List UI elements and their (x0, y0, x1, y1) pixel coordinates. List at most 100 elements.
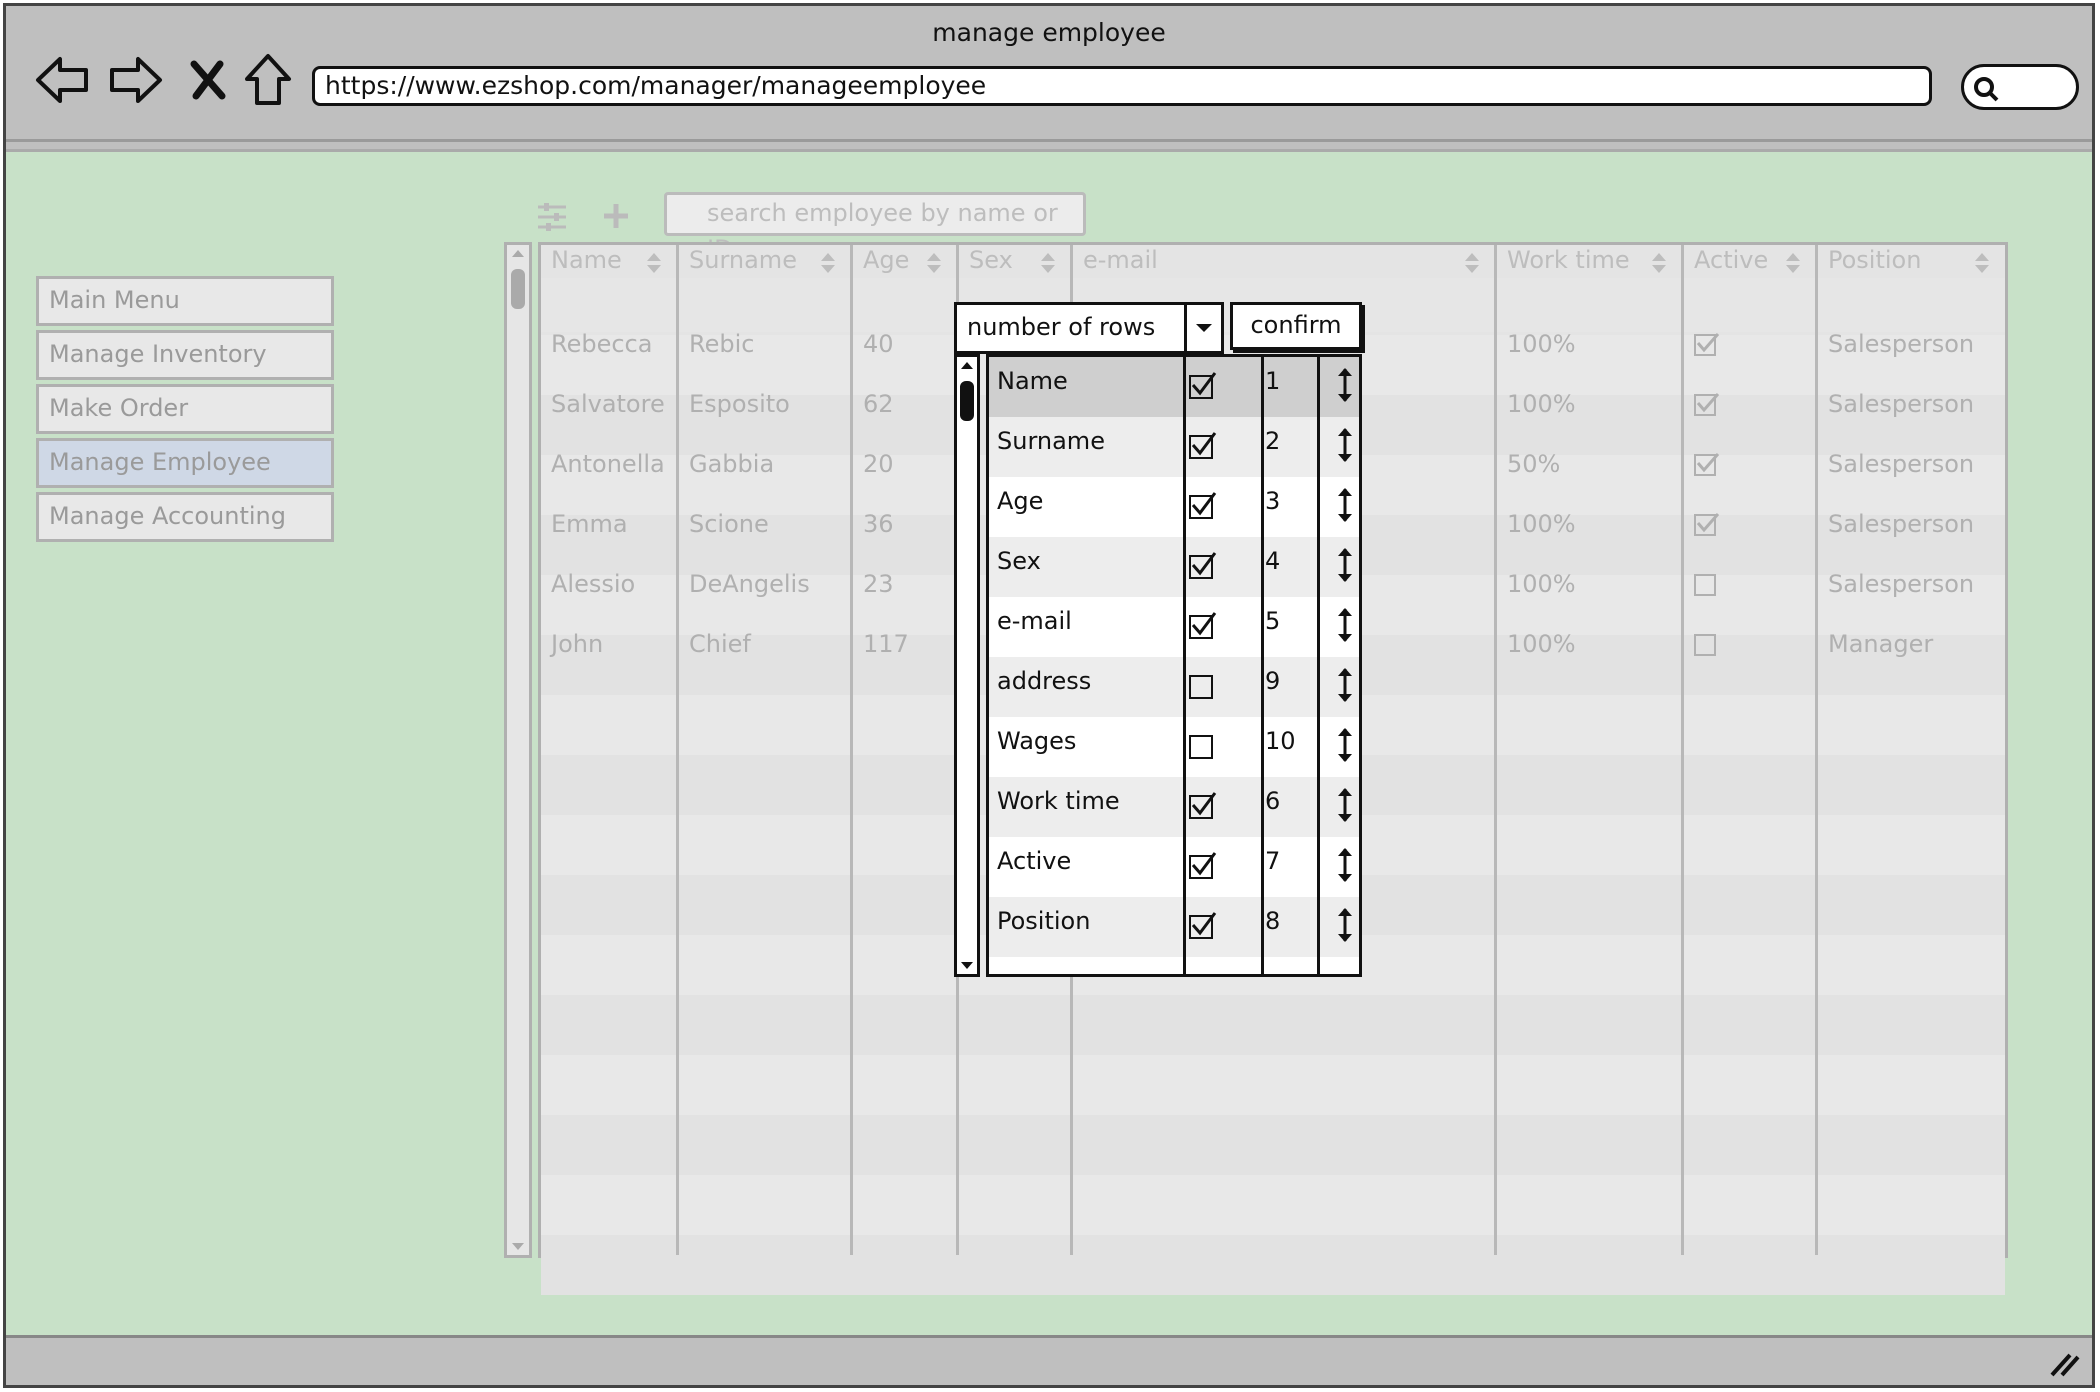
cell-age: 20 (863, 450, 894, 478)
column-order-number[interactable]: 3 (1265, 487, 1280, 515)
cell-surname: Gabbia (689, 450, 775, 478)
column-visible-checkbox[interactable] (1189, 675, 1213, 699)
menu-item-main-menu[interactable]: Main Menu (36, 276, 334, 326)
address-bar[interactable]: https://www.ezshop.com/manager/manageemp… (312, 66, 1932, 106)
confirm-button[interactable]: confirm (1230, 302, 1362, 350)
browser-search-box[interactable] (1961, 64, 2079, 110)
active-checkbox[interactable] (1694, 393, 1720, 416)
scroll-down-icon[interactable] (510, 1241, 526, 1253)
active-checkbox[interactable] (1694, 634, 1716, 656)
active-checkbox[interactable] (1694, 574, 1716, 596)
checkmark-icon (1191, 372, 1217, 396)
drag-reorder-icon[interactable] (1335, 545, 1355, 585)
column-header-worktime[interactable]: Work time (1507, 245, 1630, 277)
menu-item-manage-accounting[interactable]: Manage Accounting (36, 492, 334, 542)
sort-arrows-icon[interactable] (645, 251, 663, 275)
search-icon (1974, 77, 1999, 102)
drag-reorder-icon[interactable] (1335, 485, 1355, 525)
checkmark-icon (1191, 792, 1217, 816)
column-visible-checkbox[interactable] (1189, 792, 1217, 819)
column-option-row[interactable]: Wages 10 (989, 717, 1359, 777)
column-visible-checkbox[interactable] (1189, 432, 1217, 459)
column-option-row[interactable]: Sex 4 (989, 537, 1359, 597)
drag-reorder-icon[interactable] (1335, 845, 1355, 885)
employee-search-input[interactable]: search employee by name or ID (664, 192, 1086, 263)
column-order-number[interactable]: 4 (1265, 547, 1280, 575)
column-option-row[interactable]: Age 3 (989, 477, 1359, 537)
sort-arrows-icon[interactable] (1650, 251, 1668, 275)
drag-reorder-icon[interactable] (1335, 905, 1355, 945)
column-order-number[interactable]: 1 (1265, 367, 1280, 395)
rows-count-select[interactable]: number of rows (954, 302, 1224, 354)
column-option-row[interactable]: Position 8 (989, 897, 1359, 957)
column-header-name[interactable]: Name (551, 245, 622, 277)
column-option-row[interactable]: Surname 2 (989, 417, 1359, 477)
column-option-row[interactable]: Name 1 (989, 357, 1359, 417)
drag-reorder-icon[interactable] (1335, 785, 1355, 825)
active-checkbox[interactable] (1694, 453, 1720, 476)
home-button[interactable] (238, 50, 298, 110)
column-header-age[interactable]: Age (863, 245, 909, 277)
column-option-row[interactable]: Work time 6 (989, 777, 1359, 837)
back-button[interactable] (32, 50, 92, 110)
active-checkbox[interactable] (1694, 513, 1720, 536)
menu-item-manage-employee[interactable]: Manage Employee (36, 438, 334, 488)
cell-position: Manager (1828, 630, 1934, 658)
column-order-number[interactable]: 5 (1265, 607, 1280, 635)
column-header-position[interactable]: Position (1828, 245, 1921, 277)
column-visible-checkbox[interactable] (1189, 735, 1213, 759)
scroll-up-icon[interactable] (959, 359, 975, 371)
resize-grip-icon[interactable] (2048, 1349, 2082, 1379)
filter-sliders-icon[interactable] (536, 202, 568, 232)
menu-item-make-order[interactable]: Make Order (36, 384, 334, 434)
scroll-down-icon[interactable] (959, 960, 975, 972)
sort-arrows-icon[interactable] (1973, 251, 1991, 275)
column-visible-checkbox[interactable] (1189, 492, 1217, 519)
column-visible-checkbox[interactable] (1189, 612, 1217, 639)
drag-reorder-icon[interactable] (1335, 725, 1355, 765)
plus-icon[interactable] (602, 202, 630, 230)
cell-age: 23 (863, 570, 894, 598)
drag-reorder-icon[interactable] (1335, 665, 1355, 705)
scroll-up-icon[interactable] (510, 247, 526, 259)
cell-name: Emma (551, 510, 628, 538)
column-option-row[interactable]: address 9 (989, 657, 1359, 717)
menu-item-manage-inventory[interactable]: Manage Inventory (36, 330, 334, 380)
column-order-number[interactable]: 10 (1265, 727, 1296, 755)
column-order-number[interactable]: 8 (1265, 907, 1280, 935)
dropdown-caret[interactable] (1184, 305, 1221, 351)
table-scrollbar[interactable] (504, 242, 532, 1258)
cell-position: Salesperson (1828, 390, 1975, 418)
cell-surname: Rebic (689, 330, 755, 358)
column-order-number[interactable]: 7 (1265, 847, 1280, 875)
scroll-thumb[interactable] (511, 269, 525, 309)
popup-scroll-thumb[interactable] (960, 381, 974, 421)
column-order-number[interactable]: 6 (1265, 787, 1280, 815)
column-visible-checkbox[interactable] (1189, 372, 1217, 399)
column-visible-checkbox[interactable] (1189, 552, 1217, 579)
column-order-number[interactable]: 2 (1265, 427, 1280, 455)
column-header-surname[interactable]: Surname (689, 245, 797, 277)
sort-arrows-icon[interactable] (1784, 251, 1802, 275)
sort-arrows-icon[interactable] (1463, 251, 1481, 275)
forward-button[interactable] (106, 50, 166, 110)
stop-button[interactable] (178, 50, 238, 110)
drag-reorder-icon[interactable] (1335, 425, 1355, 465)
sort-arrows-icon[interactable] (1039, 251, 1057, 275)
drag-reorder-icon[interactable] (1335, 605, 1355, 645)
checkmark-icon (1191, 552, 1217, 576)
sort-arrows-icon[interactable] (925, 251, 943, 275)
column-option-row[interactable]: Active 7 (989, 837, 1359, 897)
sort-arrows-icon[interactable] (819, 251, 837, 275)
window-title: manage employee (932, 18, 1166, 47)
column-visible-checkbox[interactable] (1189, 912, 1217, 939)
column-header-email[interactable]: e-mail (1083, 245, 1158, 277)
column-visible-checkbox[interactable] (1189, 852, 1217, 879)
drag-reorder-icon[interactable] (1335, 365, 1355, 405)
column-order-number[interactable]: 9 (1265, 667, 1280, 695)
column-header-sex[interactable]: Sex (969, 245, 1013, 277)
column-option-row[interactable]: e-mail 5 (989, 597, 1359, 657)
column-header-active[interactable]: Active (1694, 245, 1768, 277)
popup-scrollbar[interactable] (954, 354, 980, 977)
active-checkbox[interactable] (1694, 333, 1720, 356)
